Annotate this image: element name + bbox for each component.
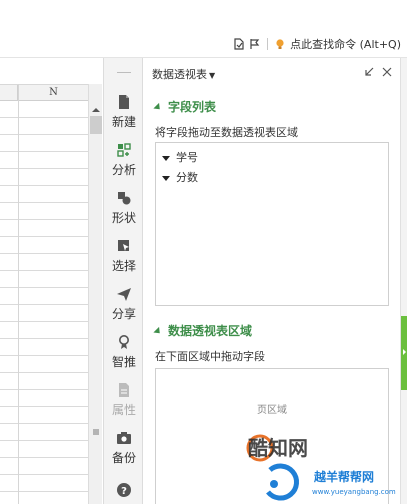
protect-doc-icon[interactable]: [233, 38, 245, 50]
panel-title-dropdown[interactable]: 数据透视表 ▼: [152, 66, 215, 82]
tool-recommend[interactable]: 智推: [104, 334, 144, 380]
grid-rows[interactable]: [0, 101, 88, 504]
scrollbar-thumb[interactable]: [90, 116, 102, 134]
pivot-area-heading[interactable]: 数据透视表区域: [153, 322, 253, 339]
smart-recommend-icon: [119, 335, 129, 349]
tool-analyze[interactable]: 分析: [104, 142, 144, 188]
column-header-cell[interactable]: [0, 85, 18, 101]
field-item-label: 分数: [176, 171, 198, 184]
expand-triangle-icon[interactable]: [162, 155, 170, 161]
field-list-heading-text: 字段列表: [168, 100, 217, 114]
collapse-panel-tab[interactable]: [401, 316, 407, 390]
tool-help[interactable]: ?: [104, 482, 144, 504]
panel-edge: [400, 58, 407, 504]
pivot-area-heading-text: 数据透视表区域: [168, 324, 253, 338]
field-list-heading[interactable]: 字段列表: [153, 98, 217, 115]
field-item-label: 学号: [176, 151, 198, 164]
pivot-analyze-icon: [117, 143, 131, 157]
lightbulb-icon: [274, 38, 286, 50]
tool-backup[interactable]: 备份: [104, 430, 144, 476]
command-search[interactable]: 点此查找命令 (Alt+Q): [233, 36, 401, 52]
column-header-n[interactable]: N: [19, 85, 88, 101]
collapse-triangle-icon[interactable]: [153, 102, 163, 113]
column-header-row: N: [0, 84, 88, 101]
select-pointer-icon: [118, 240, 129, 251]
expand-triangle-icon[interactable]: [162, 175, 170, 181]
grid-column-line: [18, 84, 19, 504]
tool-new-label: 新建: [111, 115, 136, 129]
tool-new[interactable]: 新建: [104, 94, 144, 140]
page-area-label: 页区域: [257, 405, 287, 416]
tool-recommend-label: 智推: [111, 355, 136, 369]
tool-select[interactable]: 选择: [104, 238, 144, 284]
watermark-text-1: 酷知网: [248, 436, 308, 460]
tool-share-label: 分享: [111, 307, 136, 321]
shapes-icon: [118, 192, 131, 205]
tool-select-label: 选择: [111, 259, 136, 273]
panel-title: 数据透视表: [152, 68, 207, 81]
tool-share[interactable]: 分享: [104, 286, 144, 332]
close-icon[interactable]: [381, 66, 393, 78]
scroll-up-icon[interactable]: [91, 104, 101, 114]
tool-properties[interactable]: 属性: [104, 382, 144, 428]
watermark-url: www.yueyangbang.com: [312, 488, 396, 496]
field-item-xuehao[interactable]: 学号: [162, 149, 198, 165]
pivot-area-hint: 在下面区域中拖动字段: [155, 350, 265, 363]
field-list-box[interactable]: 学号 分数: [155, 142, 389, 306]
collapse-triangle-icon[interactable]: [153, 326, 163, 337]
top-toolbar: 点此查找命令 (Alt+Q): [0, 0, 407, 58]
watermark-text-2: 越羊帮帮网: [314, 470, 375, 484]
toolbar-handle[interactable]: [117, 72, 131, 73]
help-icon: ?: [117, 483, 131, 497]
share-send-icon: [117, 288, 131, 301]
vertical-scrollbar[interactable]: [88, 84, 102, 504]
tool-properties-label: 属性: [111, 403, 136, 417]
toolbar-divider: [267, 38, 269, 50]
command-search-label[interactable]: 点此查找命令 (Alt+Q): [290, 36, 401, 52]
backup-camera-icon: [117, 432, 131, 444]
field-item-fenshu[interactable]: 分数: [162, 169, 198, 185]
new-doc-icon: [119, 95, 129, 109]
caret-down-icon: ▼: [209, 71, 216, 80]
dock-arrow-icon[interactable]: [363, 66, 375, 78]
properties-doc-icon: [119, 383, 129, 397]
flag-icon[interactable]: [249, 38, 261, 50]
svg-text:?: ?: [121, 486, 127, 497]
tool-shape-label: 形状: [111, 211, 136, 225]
tool-backup-label: 备份: [111, 451, 136, 465]
tool-shape[interactable]: 形状: [104, 190, 144, 236]
split-grip-icon[interactable]: [90, 427, 102, 439]
tool-analyze-label: 分析: [111, 163, 136, 177]
field-list-hint: 将字段拖动至数据透视表区域: [155, 126, 298, 139]
task-pane-toolbar: 新建 分析 形状 选择 分享 智推 属性 备份 ?: [103, 58, 143, 504]
